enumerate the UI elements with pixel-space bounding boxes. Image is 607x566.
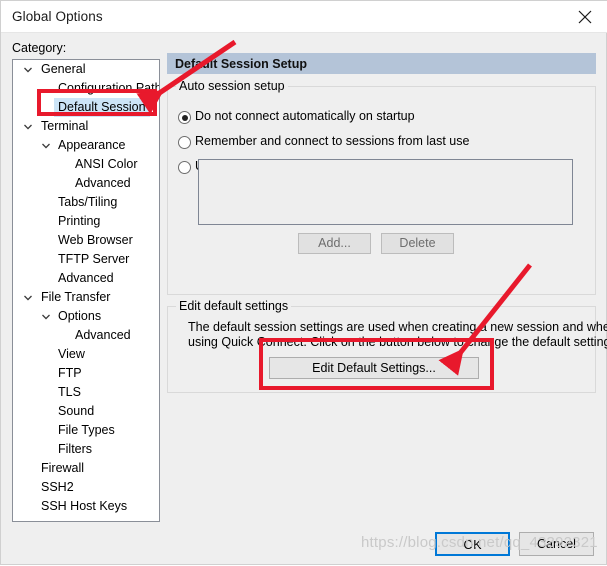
tree-item-label: General: [41, 62, 86, 76]
tree-item-tabs-tiling[interactable]: Tabs/Tiling: [13, 193, 159, 212]
pane-header: Default Session Setup: [167, 53, 596, 74]
tree-item-terminal[interactable]: Terminal: [13, 117, 159, 136]
chevron-down-icon[interactable]: [41, 312, 51, 322]
edit-default-settings-button[interactable]: Edit Default Settings...: [269, 357, 479, 379]
category-tree[interactable]: General Configuration Paths Default Sessio…: [12, 59, 160, 522]
chevron-down-icon[interactable]: [23, 65, 33, 75]
auto-session-setup-title: Auto session setup: [176, 79, 288, 93]
add-session-button[interactable]: Add...: [298, 233, 371, 254]
chevron-down-icon[interactable]: [23, 122, 33, 132]
tree-item-label: Advanced: [58, 271, 114, 285]
radio-indicator: [178, 136, 191, 149]
tree-item-view[interactable]: View: [13, 345, 159, 364]
tree-item-label: SSH Host Keys: [41, 499, 128, 513]
radio-label: Remember and connect to sessions from la…: [195, 134, 470, 148]
tree-item-label: Sound: [58, 404, 95, 418]
tree-item-web-browser[interactable]: Web Browser: [13, 231, 159, 250]
tree-item-label: Firewall: [41, 461, 85, 475]
tree-item-label: File Types: [58, 423, 115, 437]
edit-default-description-line-1: The default session settings are used wh…: [188, 320, 607, 334]
radio-indicator: [178, 161, 191, 174]
tree-item-label: TFTP Server: [58, 252, 130, 266]
tree-item-appearance[interactable]: Appearance: [13, 136, 159, 155]
tree-item-label: Terminal: [41, 119, 89, 133]
tree-item-label: ANSI Color: [75, 157, 138, 171]
tree-item-label: Web Browser: [58, 233, 133, 247]
edit-default-settings-group: Edit default settings The default sessio…: [167, 299, 607, 393]
tree-item-tftp-server[interactable]: TFTP Server: [13, 250, 159, 269]
category-label: Category:: [12, 41, 67, 55]
title-bar: Global Options: [1, 1, 607, 33]
tree-item-label: TLS: [58, 385, 81, 399]
tree-item-label: Advanced: [75, 328, 131, 342]
tree-item-label: Configuration Paths: [58, 81, 160, 95]
edit-default-settings-title: Edit default settings: [176, 299, 292, 313]
tree-item-filters[interactable]: Filters: [13, 440, 159, 459]
close-button[interactable]: [562, 1, 607, 31]
cancel-button[interactable]: Cancel: [519, 532, 594, 556]
chevron-down-icon[interactable]: [41, 141, 51, 151]
tree-item-printing[interactable]: Printing: [13, 212, 159, 231]
ok-button[interactable]: OK: [435, 532, 510, 556]
tree-item-label: File Transfer: [41, 290, 111, 304]
pane-header-title: Default Session Setup: [175, 57, 307, 71]
tree-item-file-types[interactable]: File Types: [13, 421, 159, 440]
tree-item-firewall[interactable]: Firewall: [13, 459, 159, 478]
tree-item-label: Advanced: [75, 176, 131, 190]
tree-item-label: SSH2: [41, 480, 74, 494]
auto-session-list[interactable]: [198, 159, 573, 225]
tree-item-advanced[interactable]: Advanced: [13, 326, 159, 345]
tree-item-label: Printing: [58, 214, 101, 228]
tree-item-label: Options: [58, 309, 102, 323]
tree-item-ansi-color[interactable]: ANSI Color: [13, 155, 159, 174]
radio-label: Do not connect automatically on startup: [195, 109, 415, 123]
chevron-down-icon[interactable]: [23, 293, 33, 303]
tree-item-label: Default Session: [54, 98, 150, 117]
tree-item-ssh2[interactable]: SSH2: [13, 478, 159, 497]
tree-item-label: View: [58, 347, 85, 361]
tree-item-label: Filters: [58, 442, 93, 456]
global-options-dialog: Global Options Category: General Configur…: [0, 0, 607, 565]
edit-default-description-line-2: using Quick Connect. Click on the button…: [188, 335, 607, 349]
tree-item-ssh-host-keys[interactable]: SSH Host Keys: [13, 497, 159, 516]
tree-item-advanced[interactable]: Advanced: [13, 174, 159, 193]
tree-item-tls[interactable]: TLS: [13, 383, 159, 402]
tree-item-label: Tabs/Tiling: [58, 195, 118, 209]
tree-item-configuration-paths[interactable]: Configuration Paths: [13, 79, 159, 98]
window-title: Global Options: [12, 9, 103, 24]
tree-item-default-session[interactable]: Default Session: [13, 98, 159, 117]
settings-pane: Default Session Setup Auto session setup…: [167, 53, 607, 393]
tree-item-general[interactable]: General: [13, 60, 159, 79]
delete-session-button[interactable]: Delete: [381, 233, 454, 254]
tree-item-label: FTP: [58, 366, 82, 380]
tree-item-sound[interactable]: Sound: [13, 402, 159, 421]
tree-item-ftp[interactable]: FTP: [13, 364, 159, 383]
tree-item-advanced[interactable]: Advanced: [13, 269, 159, 288]
radio-indicator: [178, 111, 191, 124]
tree-item-label: Appearance: [58, 138, 126, 152]
tree-item-options[interactable]: Options: [13, 307, 159, 326]
tree-item-file-transfer[interactable]: File Transfer: [13, 288, 159, 307]
auto-session-setup-group: Auto session setup Do not connect automa…: [167, 79, 596, 295]
